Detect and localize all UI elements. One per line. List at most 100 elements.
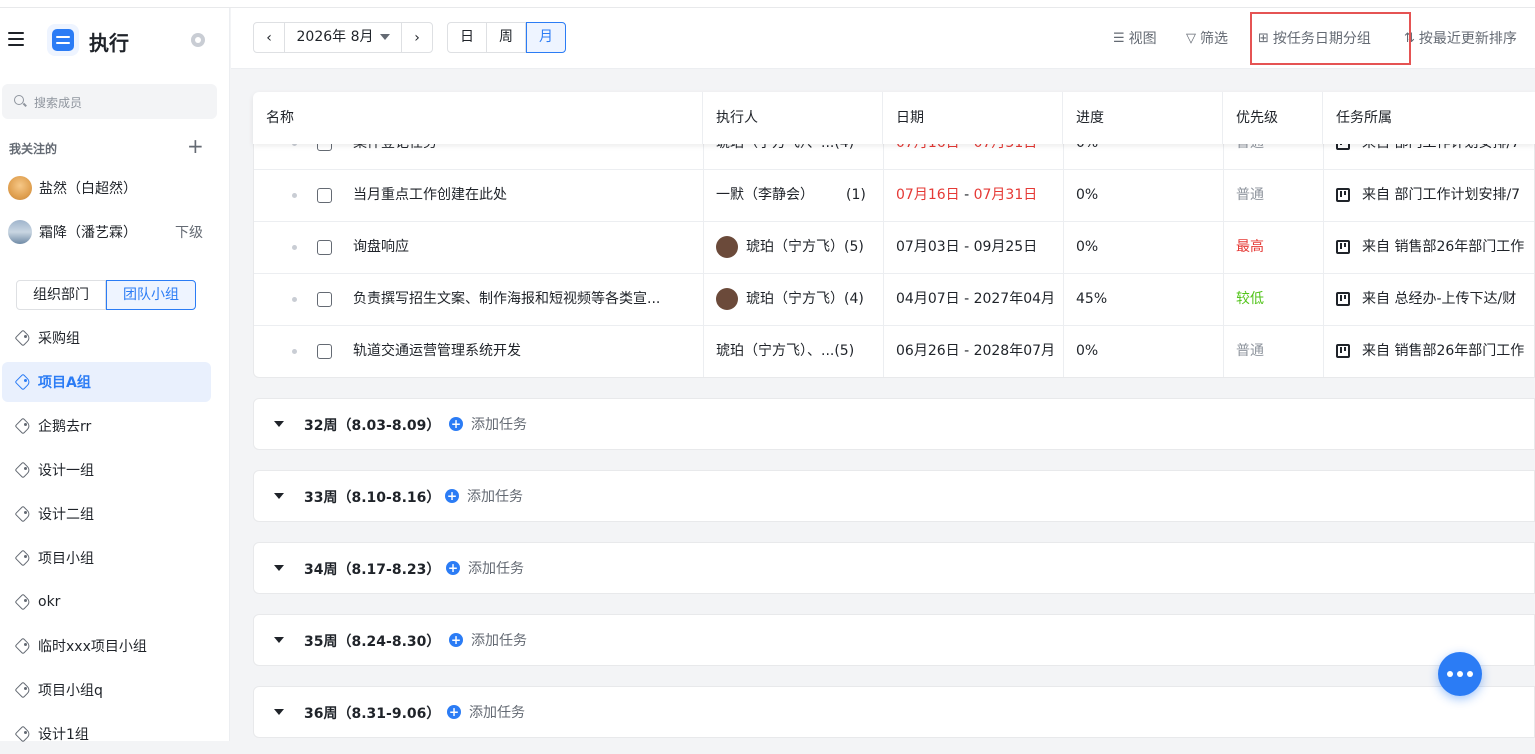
assignee-name: 琥珀（宁方飞）(4) (746, 291, 864, 307)
source-text: 来自 销售部26年部门工作 (1362, 343, 1525, 359)
mode-day-button[interactable]: 日 (447, 22, 487, 53)
cell-source: 来自 销售部26年部门工作 (1323, 326, 1534, 377)
plus-icon: + (446, 561, 460, 575)
mode-month-button[interactable]: 月 (526, 22, 566, 53)
date-separator: - (959, 187, 974, 203)
avatar (8, 176, 32, 200)
group-name: 项目小组 (38, 551, 94, 567)
week-group[interactable]: 35周（8.24-8.30） + 添加任务 (253, 614, 1535, 666)
collapse-icon[interactable] (274, 637, 284, 643)
member-item[interactable]: 盐然（白超然） (8, 173, 218, 203)
group-item[interactable]: 设计1组 (2, 714, 211, 754)
gear-icon[interactable] (191, 33, 205, 47)
tag-icon (16, 463, 30, 477)
column-header-priority[interactable]: 优先级 (1222, 92, 1322, 144)
view-label: 视图 (1128, 31, 1157, 47)
sort-button[interactable]: ⇅ 按最近更新排序 (1404, 28, 1517, 48)
table-row[interactable]: 询盘响应 琥珀（宁方飞）(5) 07月03日 - 09月25日 0% 最高 来自… (254, 222, 1534, 274)
sort-label: 按最近更新排序 (1418, 31, 1517, 47)
tag-icon (16, 507, 30, 521)
more-actions-button[interactable] (1438, 652, 1482, 696)
task-checkbox[interactable] (317, 188, 332, 203)
add-task-label: 添加任务 (467, 489, 523, 505)
prev-month-button[interactable]: ‹ (254, 23, 285, 52)
filter-button[interactable]: ▽ 筛选 (1186, 28, 1228, 48)
board-icon (1336, 240, 1350, 254)
date-end: 07月31日 (973, 187, 1038, 203)
filter-label: 筛选 (1200, 31, 1228, 47)
group-name: 设计1组 (38, 727, 89, 743)
tab-team-group[interactable]: 团队小组 (106, 280, 196, 310)
member-name: 盐然（白超然） (39, 181, 137, 197)
week-label: 32周（8.03-8.09） (304, 418, 441, 434)
mode-week-button[interactable]: 周 (486, 22, 526, 53)
month-label: 2026年 8月 (296, 29, 374, 45)
group-item-active[interactable]: 项目A组 (2, 362, 211, 402)
bullet-dot (292, 193, 297, 198)
plus-icon: + (449, 633, 463, 647)
week-group[interactable]: 36周（8.31-9.06） + 添加任务 (253, 686, 1535, 738)
plus-icon: + (449, 417, 463, 431)
group-item[interactable]: 项目小组 (2, 538, 211, 578)
month-select[interactable]: 2026年 8月 (285, 23, 401, 52)
next-month-button[interactable]: › (401, 23, 432, 52)
group-item[interactable]: 项目小组q (2, 670, 211, 710)
add-task-button[interactable]: + 添加任务 (446, 558, 524, 578)
tag-icon (16, 595, 30, 609)
group-item[interactable]: 企鹅去rr (2, 406, 211, 446)
task-checkbox[interactable] (317, 344, 332, 359)
table-row[interactable]: 负责撰写招生文案、制作海报和短视频等各类宣... 琥珀（宁方飞）(4) 04月0… (254, 274, 1534, 326)
add-following-button[interactable]: + (187, 136, 204, 156)
cell-progress: 0% (1063, 222, 1223, 273)
view-button[interactable]: ☰ 视图 (1113, 28, 1157, 48)
table-header: 名称 执行人 日期 进度 优先级 任务所属 (253, 92, 1535, 144)
week-group[interactable]: 34周（8.17-8.23） + 添加任务 (253, 542, 1535, 594)
tag-icon (16, 551, 30, 565)
group-name: 企鹅去rr (38, 419, 92, 435)
collapse-icon[interactable] (274, 421, 284, 427)
week-group[interactable]: 33周（8.10-8.16） + 添加任务 (253, 470, 1535, 522)
collapse-icon[interactable] (274, 565, 284, 571)
sidebar: 执行 搜索成员 我关注的 + 盐然（白超然） 霜降（潘艺霖） 下级 组织部门 团… (0, 8, 230, 743)
group-item[interactable]: 设计二组 (2, 494, 211, 534)
menu-icon[interactable] (8, 32, 24, 46)
add-task-button[interactable]: + 添加任务 (445, 486, 523, 506)
tab-org-department[interactable]: 组织部门 (16, 280, 106, 310)
task-checkbox[interactable] (317, 292, 332, 307)
table-row[interactable]: 轨道交通运营管理系统开发 琥珀（宁方飞）、...(5) 06月26日 - 202… (254, 326, 1534, 377)
cell-date: 07月03日 - 09月25日 (883, 222, 1063, 273)
member-search-input[interactable]: 搜索成员 (2, 84, 217, 119)
task-checkbox[interactable] (317, 240, 332, 255)
group-item[interactable]: 采购组 (2, 318, 211, 358)
add-task-button[interactable]: + 添加任务 (449, 630, 527, 650)
source-text: 来自 部门工作计划安排/7 (1362, 187, 1521, 203)
collapse-icon[interactable] (274, 493, 284, 499)
collapse-icon[interactable] (274, 709, 284, 715)
add-task-button[interactable]: + 添加任务 (449, 414, 527, 434)
column-header-name[interactable]: 名称 (253, 92, 703, 144)
cell-source: 来自 销售部26年部门工作 (1323, 222, 1534, 273)
group-item[interactable]: 临时xxx项目小组 (2, 626, 211, 666)
column-header-source[interactable]: 任务所属 (1322, 92, 1535, 144)
column-header-assignee[interactable]: 执行人 (702, 92, 882, 144)
table-row[interactable]: 当月重点工作创建在此处 一默（李静会） (1) 07月16日 - 07月31日 0… (254, 170, 1534, 222)
week-label: 35周（8.24-8.30） (304, 634, 441, 650)
group-item[interactable]: 设计一组 (2, 450, 211, 490)
list-icon: ☰ (1113, 30, 1125, 46)
month-navigator: ‹ 2026年 8月 › (253, 22, 433, 53)
column-header-date[interactable]: 日期 (882, 92, 1062, 144)
week-label: 34周（8.17-8.23） (304, 562, 441, 578)
highlight-box (1250, 12, 1411, 65)
member-item[interactable]: 霜降（潘艺霖） 下级 (8, 217, 218, 247)
top-edge (0, 0, 1535, 8)
column-header-progress[interactable]: 进度 (1062, 92, 1222, 144)
avatar (716, 288, 738, 310)
cell-name: 当月重点工作创建在此处 (254, 170, 704, 221)
cell-name: 负责撰写招生文案、制作海报和短视频等各类宣... (254, 274, 704, 325)
group-item[interactable]: okr (2, 582, 211, 622)
week-group[interactable]: 32周（8.03-8.09） + 添加任务 (253, 398, 1535, 450)
member-tag: 下级 (175, 225, 203, 241)
filter-icon: ▽ (1186, 30, 1196, 46)
source-text: 来自 总经办-上传下达/财 (1362, 291, 1517, 307)
add-task-button[interactable]: + 添加任务 (447, 702, 525, 722)
